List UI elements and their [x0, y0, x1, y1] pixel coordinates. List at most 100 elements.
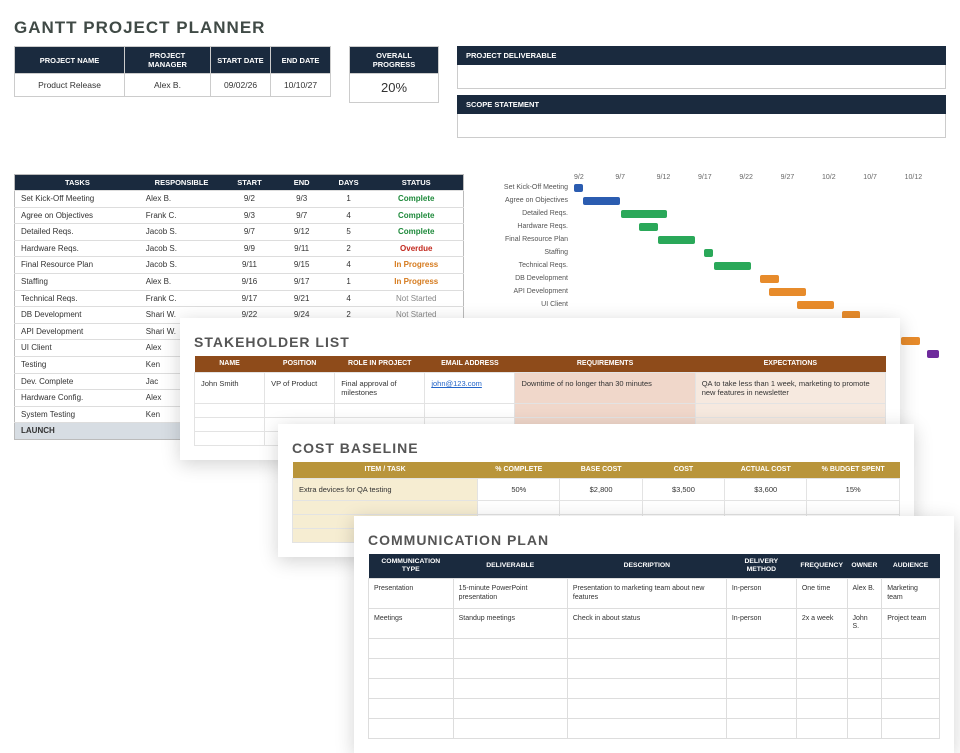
comm-row[interactable] [369, 718, 940, 738]
comm-cell[interactable] [567, 698, 726, 718]
comm-cell[interactable] [847, 718, 882, 738]
stake-cell[interactable]: Final approval of milestones [335, 373, 425, 404]
comm-cell[interactable] [726, 638, 796, 658]
task-cell[interactable]: 9/17 [223, 290, 275, 307]
comm-cell[interactable]: In-person [726, 579, 796, 609]
task-cell[interactable]: 1 [328, 191, 370, 208]
task-cell[interactable]: Final Resource Plan [15, 257, 140, 274]
comm-cell[interactable] [453, 678, 567, 698]
task-cell[interactable]: 9/3 [223, 207, 275, 224]
task-cell[interactable]: 9/17 [276, 273, 328, 290]
comm-cell[interactable] [726, 718, 796, 738]
comm-cell[interactable]: Presentation to marketing team about new… [567, 579, 726, 609]
meta-v-3[interactable]: 10/10/27 [271, 74, 331, 97]
task-cell[interactable]: Complete [370, 191, 464, 208]
comm-cell[interactable] [882, 698, 940, 718]
stake-cell[interactable]: QA to take less than 1 week, marketing t… [695, 373, 885, 404]
comm-cell[interactable] [847, 638, 882, 658]
comm-cell[interactable] [882, 638, 940, 658]
comm-cell[interactable] [453, 658, 567, 678]
task-cell[interactable]: Frank C. [140, 207, 224, 224]
cost-cell[interactable]: 15% [807, 479, 900, 501]
cost-cell[interactable]: $3,500 [642, 479, 724, 501]
task-cell[interactable]: Detailed Reqs. [15, 224, 140, 241]
email-link[interactable]: john@123.com [431, 379, 482, 388]
comm-cell[interactable] [726, 678, 796, 698]
comm-cell[interactable] [567, 658, 726, 678]
comm-cell[interactable]: 15-minute PowerPoint presentation [453, 579, 567, 609]
task-cell[interactable]: Dev. Complete [15, 373, 140, 390]
task-row[interactable]: Final Resource PlanJacob S.9/119/154In P… [15, 257, 464, 274]
task-row[interactable]: Agree on ObjectivesFrank C.9/39/74Comple… [15, 207, 464, 224]
task-cell[interactable]: 5 [328, 224, 370, 241]
task-cell[interactable]: Staffing [15, 273, 140, 290]
task-cell[interactable]: API Development [15, 323, 140, 340]
task-cell[interactable]: 9/11 [276, 240, 328, 257]
comm-cell[interactable] [453, 698, 567, 718]
comm-cell[interactable] [369, 718, 454, 738]
comm-cell[interactable] [369, 678, 454, 698]
task-cell[interactable]: 9/9 [223, 240, 275, 257]
stake-cell[interactable]: John Smith [195, 373, 265, 404]
cost-cell[interactable]: $3,600 [725, 479, 807, 501]
task-row[interactable]: Set Kick-Off MeetingAlex B.9/29/31Comple… [15, 191, 464, 208]
task-cell[interactable]: 9/11 [223, 257, 275, 274]
comm-cell[interactable]: Presentation [369, 579, 454, 609]
comm-cell[interactable] [796, 638, 847, 658]
task-cell[interactable]: Agree on Objectives [15, 207, 140, 224]
comm-cell[interactable]: Marketing team [882, 579, 940, 609]
cost-cell[interactable]: $2,800 [560, 479, 642, 501]
comm-cell[interactable]: Project team [882, 609, 940, 639]
scope-body[interactable] [457, 114, 946, 138]
comm-cell[interactable] [847, 658, 882, 678]
cost-cell[interactable]: Extra devices for QA testing [293, 479, 478, 501]
stake-row[interactable] [195, 404, 886, 418]
task-cell[interactable]: Jacob S. [140, 224, 224, 241]
task-row[interactable]: Technical Reqs.Frank C.9/179/214Not Star… [15, 290, 464, 307]
comm-cell[interactable]: John S. [847, 609, 882, 639]
comm-cell[interactable] [796, 658, 847, 678]
comm-cell[interactable] [567, 678, 726, 698]
task-cell[interactable]: Not Started [370, 290, 464, 307]
task-cell[interactable]: Technical Reqs. [15, 290, 140, 307]
meta-v-1[interactable]: Alex B. [125, 74, 211, 97]
comm-cell[interactable] [369, 658, 454, 678]
task-cell[interactable]: Set Kick-Off Meeting [15, 191, 140, 208]
meta-v-2[interactable]: 09/02/26 [211, 74, 271, 97]
task-cell[interactable]: Frank C. [140, 290, 224, 307]
comm-cell[interactable]: One time [796, 579, 847, 609]
task-cell[interactable]: Hardware Config. [15, 390, 140, 407]
comm-row[interactable] [369, 658, 940, 678]
task-cell[interactable]: UI Client [15, 340, 140, 357]
comm-cell[interactable] [369, 638, 454, 658]
comm-cell[interactable]: Standup meetings [453, 609, 567, 639]
task-cell[interactable]: 9/2 [223, 191, 275, 208]
comm-row[interactable] [369, 698, 940, 718]
comm-cell[interactable] [453, 638, 567, 658]
task-cell[interactable]: Complete [370, 207, 464, 224]
comm-row[interactable] [369, 678, 940, 698]
task-row[interactable]: Detailed Reqs.Jacob S.9/79/125Complete [15, 224, 464, 241]
meta-v-0[interactable]: Product Release [15, 74, 125, 97]
comm-cell[interactable]: Meetings [369, 609, 454, 639]
task-row[interactable]: Hardware Reqs.Jacob S.9/99/112Overdue [15, 240, 464, 257]
comm-cell[interactable] [567, 718, 726, 738]
comm-cell[interactable] [847, 678, 882, 698]
task-cell[interactable]: 4 [328, 257, 370, 274]
task-cell[interactable]: 9/12 [276, 224, 328, 241]
task-cell[interactable]: 9/15 [276, 257, 328, 274]
comm-row[interactable]: MeetingsStandup meetingsCheck in about s… [369, 609, 940, 639]
task-cell[interactable]: 4 [328, 290, 370, 307]
task-cell[interactable]: 2 [328, 240, 370, 257]
comm-cell[interactable] [882, 718, 940, 738]
comm-row[interactable] [369, 638, 940, 658]
task-cell[interactable]: Jacob S. [140, 240, 224, 257]
task-cell[interactable]: 9/7 [223, 224, 275, 241]
comm-row[interactable]: Presentation15-minute PowerPoint present… [369, 579, 940, 609]
stake-row[interactable]: John Smith VP of Product Final approval … [195, 373, 886, 404]
stake-cell[interactable]: john@123.com [425, 373, 515, 404]
comm-cell[interactable] [567, 638, 726, 658]
task-cell[interactable]: 9/7 [276, 207, 328, 224]
task-cell[interactable]: Complete [370, 224, 464, 241]
task-cell[interactable]: Overdue [370, 240, 464, 257]
